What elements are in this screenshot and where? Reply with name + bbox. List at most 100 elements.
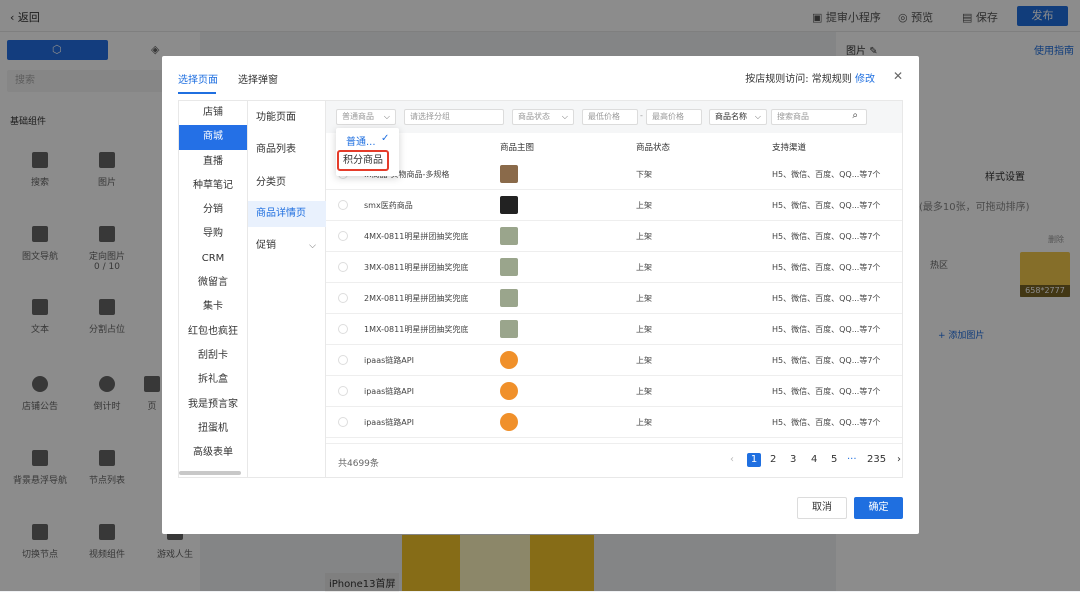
- product-channels: H5、微信、百度、QQ...等7个: [772, 356, 881, 365]
- category-item[interactable]: 刮刮卡: [179, 344, 247, 368]
- page-number[interactable]: 1: [747, 453, 761, 467]
- prev-page-button[interactable]: ‹: [730, 454, 734, 465]
- table-row[interactable]: 1MX-0811明星拼团抽奖兜底 上架 H5、微信、百度、QQ...等7个: [326, 314, 902, 345]
- active-tab-indicator: [178, 92, 216, 94]
- table-row[interactable]: ...商品-实物商品-多规格 下架 H5、微信、百度、QQ...等7个: [326, 159, 902, 190]
- subcategory-item[interactable]: 分类页: [248, 170, 326, 196]
- page-number[interactable]: 4: [811, 454, 817, 465]
- product-thumbnail: [500, 227, 518, 245]
- product-status: 上架: [636, 201, 652, 210]
- subcategory-item[interactable]: 商品列表: [248, 137, 326, 163]
- product-status: 上架: [636, 418, 652, 427]
- page-number[interactable]: 3: [790, 454, 796, 465]
- category-scrollbar[interactable]: [179, 471, 241, 475]
- search-field-select[interactable]: 商品名称 ⌵: [709, 109, 767, 125]
- subcategory-list: 功能页面 商品列表 分类页 商品详情页 促销 ⌵: [248, 100, 326, 478]
- product-name: ipaas链路API: [364, 418, 414, 427]
- row-radio[interactable]: [338, 200, 348, 210]
- product-thumbnail: [500, 413, 518, 431]
- chevron-down-icon: ⌵: [383, 112, 390, 121]
- status-select[interactable]: 商品状态 ⌵: [512, 109, 574, 125]
- chevron-down-icon: ⌵: [754, 112, 761, 121]
- next-page-button[interactable]: ›: [897, 454, 901, 465]
- product-name: 4MX-0811明星拼团抽奖兜底: [364, 232, 469, 241]
- product-status: 上架: [636, 263, 652, 272]
- range-separator: -: [640, 111, 643, 120]
- group-select[interactable]: 请选择分组: [404, 109, 504, 125]
- table-row[interactable]: 2MX-0811明星拼团抽奖兜底 上架 H5、微信、百度、QQ...等7个: [326, 283, 902, 314]
- page-number[interactable]: 2: [770, 454, 776, 465]
- product-thumbnail: [500, 258, 518, 276]
- product-status: 上架: [636, 356, 652, 365]
- dropdown-option-normal[interactable]: 普通...: [346, 133, 376, 148]
- category-list: 店铺 商城 直播 种草笔记 分销 导购 CRM 微留言 集卡 红包也疯狂 刮刮卡…: [178, 100, 248, 478]
- row-radio[interactable]: [338, 293, 348, 303]
- category-item[interactable]: CRM: [179, 247, 247, 271]
- table-row[interactable]: ipaas链路API 上架 H5、微信、百度、QQ...等7个: [326, 345, 902, 376]
- category-item[interactable]: 扭蛋机: [179, 417, 247, 441]
- access-rule: 按店规则访问: 常规规则 修改: [745, 74, 875, 85]
- row-radio[interactable]: [338, 386, 348, 396]
- product-type-select[interactable]: 普通商品 ⌵: [336, 109, 396, 125]
- column-header-channels: 支持渠道: [772, 143, 807, 153]
- product-channels: H5、微信、百度、QQ...等7个: [772, 387, 881, 396]
- product-channels: H5、微信、百度、QQ...等7个: [772, 201, 881, 210]
- product-status: 上架: [636, 294, 652, 303]
- product-thumbnail: [500, 320, 518, 338]
- chevron-down-icon: ⌵: [309, 241, 316, 251]
- product-thumbnail: [500, 165, 518, 183]
- product-thumbnail: [500, 289, 518, 307]
- category-item[interactable]: 拆礼盒: [179, 368, 247, 392]
- category-item[interactable]: 分销: [179, 198, 247, 222]
- page-number[interactable]: 235: [867, 454, 886, 465]
- subcategory-item[interactable]: 商品详情页: [248, 201, 326, 227]
- search-icon[interactable]: ⌕: [852, 109, 858, 123]
- product-channels: H5、微信、百度、QQ...等7个: [772, 418, 881, 427]
- link-select-dialog: 选择页面 选择弹窗 按店规则访问: 常规规则 修改 ✕ 店铺 商城 直播 种草笔…: [162, 56, 919, 534]
- product-search-input[interactable]: 搜索商品 ⌕: [771, 109, 867, 125]
- category-item[interactable]: 我是预言家: [179, 393, 247, 417]
- close-icon[interactable]: ✕: [893, 69, 903, 83]
- subcategory-item[interactable]: 促销 ⌵: [248, 233, 326, 259]
- product-thumbnail: [500, 196, 518, 214]
- category-item[interactable]: 店铺: [179, 101, 247, 125]
- category-item[interactable]: 集卡: [179, 295, 247, 319]
- product-channels: H5、微信、百度、QQ...等7个: [772, 170, 881, 179]
- check-icon: ✓: [381, 133, 390, 144]
- category-item[interactable]: 红包也疯狂: [179, 320, 247, 344]
- page-ellipsis[interactable]: ···: [847, 454, 857, 465]
- product-channels: H5、微信、百度、QQ...等7个: [772, 294, 881, 303]
- page-number[interactable]: 5: [831, 454, 837, 465]
- category-item[interactable]: 微留言: [179, 271, 247, 295]
- product-status: 上架: [636, 325, 652, 334]
- min-price-input[interactable]: 最低价格: [582, 109, 638, 125]
- category-item[interactable]: 种草笔记: [179, 174, 247, 198]
- product-name: 2MX-0811明星拼团抽奖兜底: [364, 294, 469, 303]
- row-radio[interactable]: [338, 262, 348, 272]
- column-header-image: 商品主图: [500, 143, 535, 153]
- subcategory-item[interactable]: 功能页面: [248, 105, 326, 131]
- confirm-button[interactable]: 确定: [854, 497, 903, 519]
- dropdown-option-points[interactable]: 积分商品: [337, 150, 389, 171]
- category-item[interactable]: 导购: [179, 222, 247, 246]
- table-row[interactable]: ipaas链路API 上架 H5、微信、百度、QQ...等7个: [326, 407, 902, 438]
- row-radio[interactable]: [338, 355, 348, 365]
- table-row[interactable]: 3MX-0811明星拼团抽奖兜底 上架 H5、微信、百度、QQ...等7个: [326, 252, 902, 283]
- max-price-input[interactable]: 最高价格: [646, 109, 702, 125]
- cancel-button[interactable]: 取消: [797, 497, 847, 519]
- tab-select-popup[interactable]: 选择弹窗: [238, 71, 278, 86]
- table-row[interactable]: ipaas链路API 上架 H5、微信、百度、QQ...等7个: [326, 376, 902, 407]
- table-row[interactable]: 4MX-0811明星拼团抽奖兜底 上架 H5、微信、百度、QQ...等7个: [326, 221, 902, 252]
- filter-bar: 普通商品 ⌵ 请选择分组 商品状态 ⌵ 最低价格 - 最高价格 商品名称 ⌵ 搜索商品…: [326, 101, 902, 133]
- product-name: 3MX-0811明星拼团抽奖兜底: [364, 263, 469, 272]
- row-radio[interactable]: [338, 231, 348, 241]
- tab-select-page[interactable]: 选择页面: [178, 71, 218, 86]
- row-radio[interactable]: [338, 324, 348, 334]
- product-name: ipaas链路API: [364, 387, 414, 396]
- rule-edit-link[interactable]: 修改: [855, 74, 875, 85]
- category-item[interactable]: 商城: [179, 125, 247, 150]
- row-radio[interactable]: [338, 417, 348, 427]
- table-row[interactable]: smx医药商品 上架 H5、微信、百度、QQ...等7个: [326, 190, 902, 221]
- category-item[interactable]: 直播: [179, 150, 247, 174]
- category-item[interactable]: 高级表单: [179, 441, 247, 465]
